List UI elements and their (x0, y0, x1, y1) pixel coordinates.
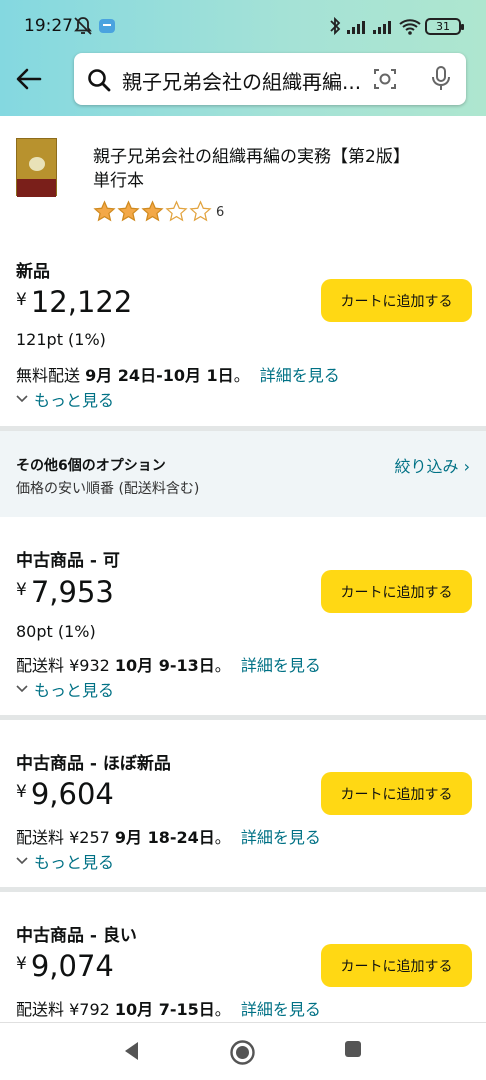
product-summary[interactable]: 親子兄弟会社の組織再編の実務【第2版】 単行本 6 (0, 116, 486, 236)
sort-order-label: 価格の安い順番 (配送料含む) (16, 481, 200, 497)
offer-new: 新品 ¥12,122 121pt (1%) 無料配送 9月 24日-10月 1日… (0, 236, 486, 426)
wifi-icon (399, 19, 421, 35)
details-link[interactable]: 詳細を見る (241, 1000, 321, 1019)
mute-notification-icon (74, 17, 92, 35)
offer-price: ¥9,074 (16, 949, 114, 983)
star-filled-icon (117, 199, 140, 221)
offer-used-good: 中古商品 - 良い ¥9,074 配送料 ¥792 10月 7-15日。 詳細を見… (0, 892, 486, 1022)
offer-shipping: 配送料 ¥932 10月 9-13日。 詳細を見る (16, 656, 321, 675)
camera-search-icon[interactable] (372, 66, 398, 92)
microphone-icon[interactable] (429, 65, 453, 93)
details-link[interactable]: 詳細を見る (241, 828, 321, 847)
signal-icon-1 (347, 21, 365, 34)
nav-home-icon[interactable] (229, 1039, 256, 1066)
add-to-cart-button[interactable]: カートに追加する (321, 944, 472, 987)
show-more-link[interactable]: もっと見る (16, 387, 114, 411)
offer-shipping: 無料配送 9月 24日-10月 1日。 詳細を見る (16, 366, 340, 385)
star-filled-icon (93, 199, 116, 221)
offer-condition: 中古商品 - ほぼ新品 (16, 754, 171, 774)
signal-icon-2 (373, 21, 391, 34)
add-to-cart-button[interactable]: カートに追加する (321, 279, 472, 322)
status-bar: 19:27 31 (0, 0, 486, 54)
add-to-cart-button[interactable]: カートに追加する (321, 772, 472, 815)
chevron-down-icon (16, 685, 28, 693)
product-thumbnail[interactable] (16, 138, 57, 197)
details-link[interactable]: 詳細を見る (241, 656, 321, 675)
star-filled-icon (141, 199, 164, 221)
star-empty-icon (189, 199, 212, 221)
offer-price: ¥9,604 (16, 777, 114, 811)
product-format: 単行本 (93, 171, 144, 191)
app-notification-icon (99, 19, 115, 33)
offer-shipping: 配送料 ¥792 10月 7-15日。 詳細を見る (16, 1000, 321, 1019)
other-options-bar: その他6個のオプション 価格の安い順番 (配送料含む) 絞り込み › (0, 431, 486, 517)
product-title[interactable]: 親子兄弟会社の組織再編の実務【第2版】 単行本 (93, 145, 473, 193)
bluetooth-icon (330, 16, 341, 36)
status-time: 19:27 (24, 16, 73, 36)
show-more-link[interactable]: もっと見る (16, 849, 114, 873)
search-input[interactable]: 親子兄弟会社の組織再編... (74, 53, 466, 105)
offer-used-acceptable: 中古商品 - 可 ¥7,953 80pt (1%) 配送料 ¥932 10月 9… (0, 517, 486, 715)
offer-shipping: 配送料 ¥257 9月 18-24日。 詳細を見る (16, 828, 321, 847)
search-query: 親子兄弟会社の組織再編... (122, 70, 362, 94)
offer-price: ¥7,953 (16, 575, 114, 609)
offer-condition: 中古商品 - 可 (16, 551, 120, 571)
nav-recents-icon[interactable] (343, 1039, 363, 1059)
other-options-heading: その他6個のオプション (16, 458, 166, 474)
back-arrow-icon[interactable] (12, 62, 46, 96)
app-header: 19:27 31 親子兄弟会社の組織再編... (0, 0, 486, 116)
system-nav-bar (0, 1022, 486, 1080)
chevron-down-icon (16, 857, 28, 865)
star-rating[interactable] (93, 199, 213, 223)
offer-price: ¥12,122 (16, 285, 133, 319)
add-to-cart-button[interactable]: カートに追加する (321, 570, 472, 613)
review-count[interactable]: 6 (216, 205, 224, 220)
filter-link[interactable]: 絞り込み › (395, 453, 471, 477)
offer-points: 121pt (1%) (16, 330, 106, 349)
search-icon (88, 69, 111, 92)
nav-back-icon[interactable] (120, 1039, 144, 1063)
show-more-link[interactable]: もっと見る (16, 677, 114, 701)
star-empty-icon (165, 199, 188, 221)
details-link[interactable]: 詳細を見る (260, 366, 340, 385)
chevron-down-icon (16, 395, 28, 403)
offer-condition: 新品 (16, 262, 50, 282)
battery-indicator: 31 (425, 18, 464, 35)
offer-condition: 中古商品 - 良い (16, 926, 137, 946)
offer-points: 80pt (1%) (16, 622, 96, 641)
offer-used-like-new: 中古商品 - ほぼ新品 ¥9,604 配送料 ¥257 9月 18-24日。 詳細… (0, 720, 486, 887)
